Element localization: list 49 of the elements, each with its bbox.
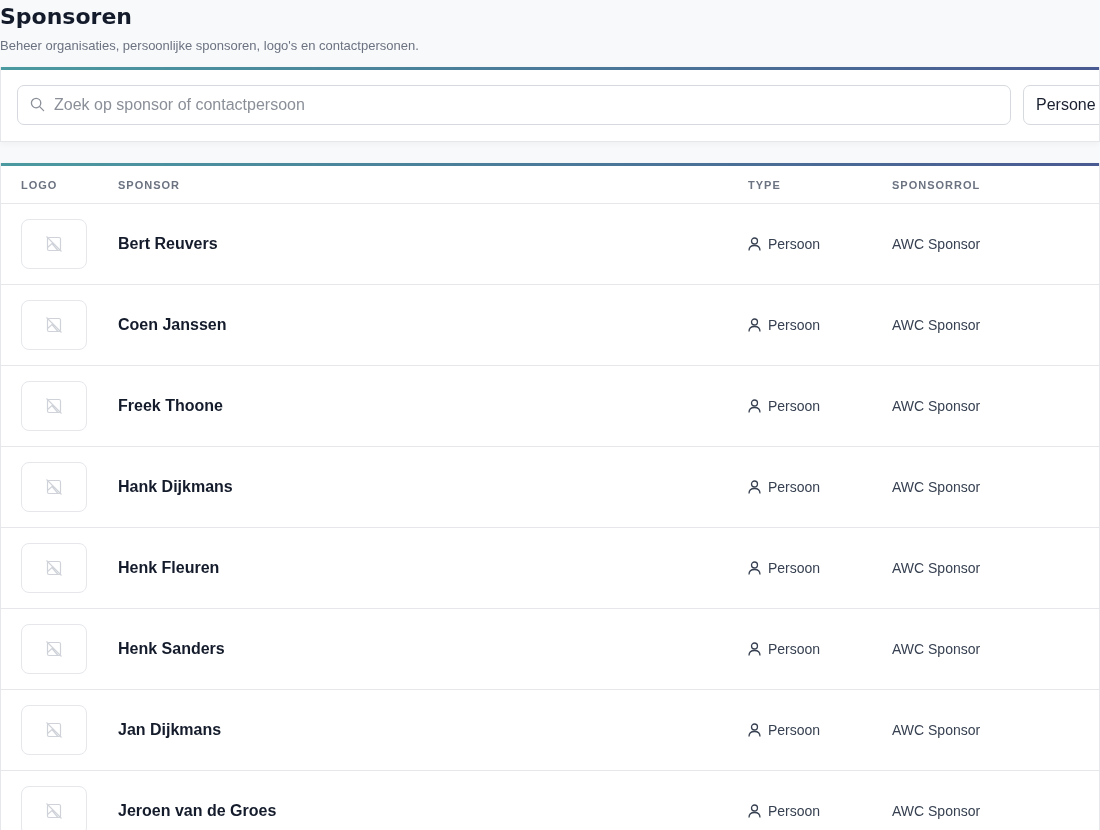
sponsor-type: Persoon [768, 398, 821, 414]
sponsor-role: AWC Sponsor [892, 236, 981, 252]
type-filter-select[interactable]: Persone [1023, 85, 1099, 125]
sponsor-type: Persoon [768, 641, 821, 657]
sponsor-name: Henk Fleuren [118, 559, 220, 577]
sponsor-type: Persoon [768, 560, 821, 576]
sponsor-name: Bert Reuvers [118, 235, 218, 253]
image-off-icon [45, 721, 63, 739]
person-icon [748, 237, 761, 251]
person-icon [748, 804, 761, 818]
column-header: SPONSOR [118, 166, 748, 204]
page-title: Sponsoren [0, 3, 132, 31]
image-off-icon [45, 559, 63, 577]
sponsor-name: Freek Thoone [118, 397, 223, 415]
sponsor-role: AWC Sponsor [892, 722, 981, 738]
sponsor-role: AWC Sponsor [892, 560, 981, 576]
search-icon [30, 97, 45, 112]
sponsor-name: Henk Sanders [118, 640, 225, 658]
image-off-icon [45, 316, 63, 334]
person-icon [748, 480, 761, 494]
column-header: TYPE [748, 166, 892, 204]
sponsor-role: AWC Sponsor [892, 641, 981, 657]
column-header: SPONSORROL [892, 166, 1099, 204]
person-icon [748, 561, 761, 575]
search-field[interactable]: Zoek op sponsor of contactpersoon [17, 85, 1011, 125]
image-off-icon [45, 397, 63, 415]
page-subtitle: Beheer organisaties, persoonlijke sponsoren, logo's en contactpersonen. [0, 38, 419, 54]
sponsor-type: Persoon [768, 722, 821, 738]
sponsor-role: AWC Sponsor [892, 398, 981, 414]
person-icon [748, 399, 761, 413]
sponsor-role: AWC Sponsor [892, 479, 981, 495]
person-icon [748, 318, 761, 332]
image-off-icon [45, 235, 63, 253]
person-icon [748, 642, 761, 656]
sponsor-name: Coen Janssen [118, 316, 227, 334]
sponsor-role: AWC Sponsor [892, 317, 981, 333]
image-off-icon [45, 802, 63, 820]
sponsor-type: Persoon [768, 317, 821, 333]
sponsor-type: Persoon [768, 803, 821, 819]
sponsor-name: Jan Dijkmans [118, 721, 222, 739]
sponsor-name: Hank Dijkmans [118, 478, 233, 496]
sponsor-role: AWC Sponsor [892, 803, 981, 819]
sponsor-type: Persoon [768, 479, 821, 495]
sponsor-name: Jeroen van de Groes [118, 802, 277, 820]
person-icon [748, 723, 761, 737]
image-off-icon [45, 478, 63, 496]
sponsor-type: Persoon [768, 236, 821, 252]
image-off-icon [45, 640, 63, 658]
column-header: LOGO [1, 166, 118, 204]
